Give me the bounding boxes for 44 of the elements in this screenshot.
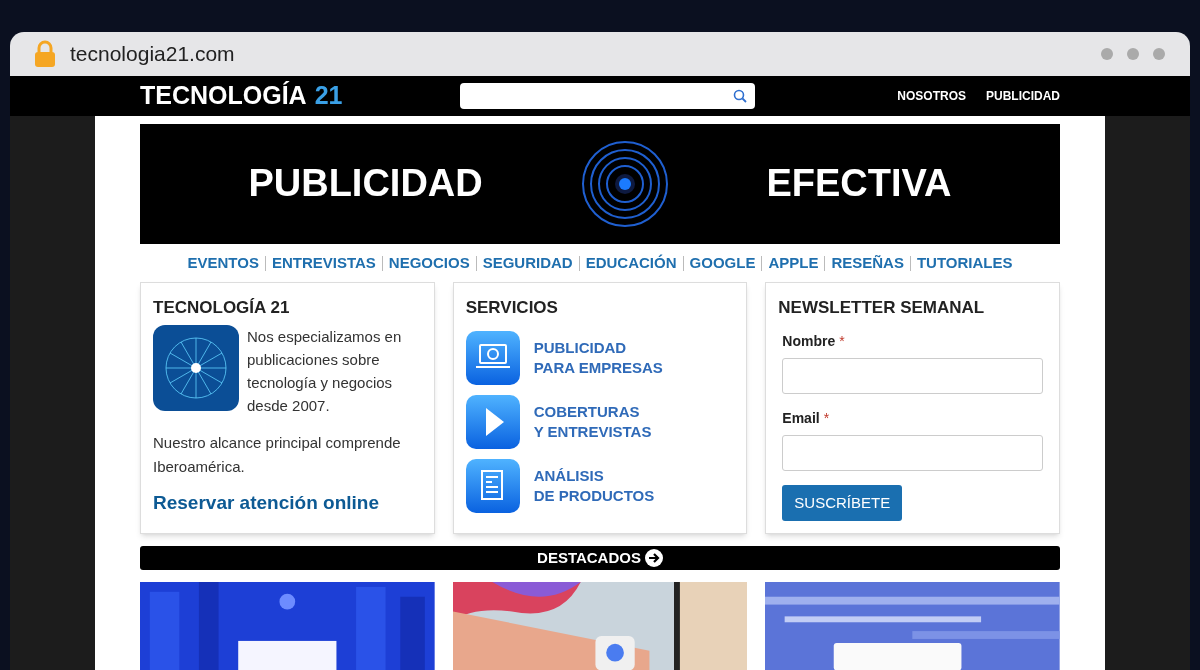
service-link[interactable]: COBERTURAS Y ENTREVISTAS — [533, 401, 652, 442]
search-field[interactable] — [460, 83, 755, 109]
card-title: SERVICIOS — [465, 297, 559, 320]
window-dots-icon — [1100, 47, 1166, 61]
card-title: NEWSLETTER SEMANAL — [778, 297, 986, 320]
arrow-right-icon[interactable] — [644, 549, 663, 567]
field-label: Email — [782, 408, 820, 428]
featured-title: DESTACADOS — [537, 547, 641, 568]
category-link[interactable]: ENTREVISTAS — [271, 251, 376, 275]
about-text: Nos especializamos en publicaciones sobre tecnología y negocios desde 2007. — [247, 326, 403, 416]
field-label: Nombre — [782, 331, 836, 351]
logo-number[interactable]: 21 — [314, 77, 343, 115]
category-link[interactable]: NEGOCIOS — [388, 251, 470, 275]
category-link[interactable]: TUTORIALES — [916, 251, 1013, 275]
subscribe-button[interactable]: SUSCRÍBETE — [782, 484, 903, 521]
input-field[interactable] — [782, 434, 1043, 471]
document-icon — [465, 458, 520, 513]
reach-text: Nuestro alcance principal comprende Iberoamérica. — [153, 432, 402, 477]
category-link[interactable]: GOOGLE — [689, 251, 756, 275]
target-icon — [579, 138, 670, 229]
site-logo[interactable]: TECNOLOGÍA — [140, 77, 307, 115]
banner-text: EFECTIVA — [766, 161, 952, 207]
play-icon — [465, 394, 520, 449]
laptop-icon — [465, 330, 520, 385]
search-icon[interactable] — [733, 89, 747, 103]
input-field[interactable] — [782, 357, 1043, 394]
category-link[interactable]: SEGURIDAD — [482, 251, 573, 275]
service-link[interactable]: ANÁLISIS DE PRODUCTOS — [533, 465, 655, 506]
lock-icon — [34, 40, 56, 68]
category-link[interactable]: RESEÑAS — [831, 251, 904, 275]
service-link[interactable]: PUBLICIDAD PARA EMPRESAS — [533, 337, 663, 378]
banner-text: PUBLICIDAD — [248, 161, 483, 207]
category-link[interactable]: EDUCACIÓN — [585, 251, 677, 275]
nav-link[interactable]: PUBLICIDAD — [986, 87, 1060, 105]
required-mark: * — [823, 408, 830, 428]
category-link[interactable]: APPLE — [768, 251, 819, 275]
booking-link[interactable]: Reservar atención online — [153, 488, 422, 518]
card-title: TECNOLOGÍA 21 — [153, 297, 291, 320]
address-url[interactable]: tecnologia21.com — [70, 38, 235, 70]
required-mark: * — [839, 331, 845, 351]
ad-banner[interactable]: PUBLICIDAD EFECTIVA — [140, 124, 1060, 244]
network-logo-icon — [153, 324, 239, 411]
nav-link[interactable]: NOSOTROS — [897, 87, 966, 105]
category-link[interactable]: EVENTOS — [187, 251, 259, 275]
